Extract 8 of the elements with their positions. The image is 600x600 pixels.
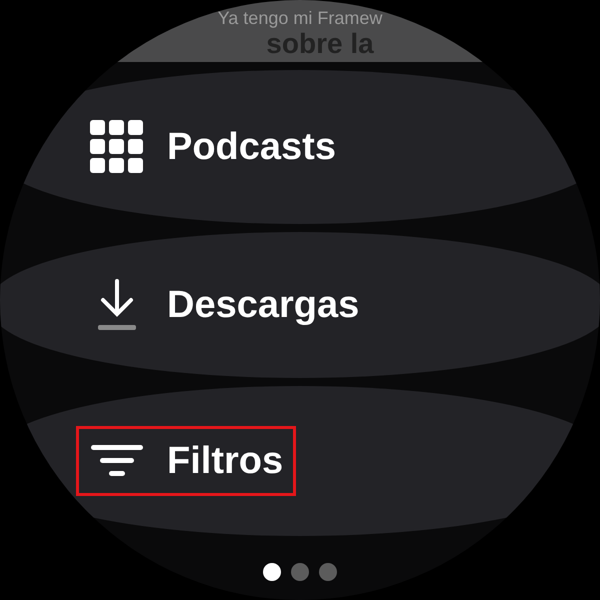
article-subtitle: Ya tengo mi Framew	[218, 8, 382, 29]
menu-item[interactable]: Descargas	[0, 232, 600, 378]
menu-label: Podcasts	[167, 125, 336, 169]
menu-label: Filtros	[167, 439, 284, 483]
menu-label: Descargas	[167, 283, 360, 327]
filter-icon	[91, 445, 143, 477]
download-icon	[96, 279, 138, 331]
grid-icon	[90, 120, 144, 174]
